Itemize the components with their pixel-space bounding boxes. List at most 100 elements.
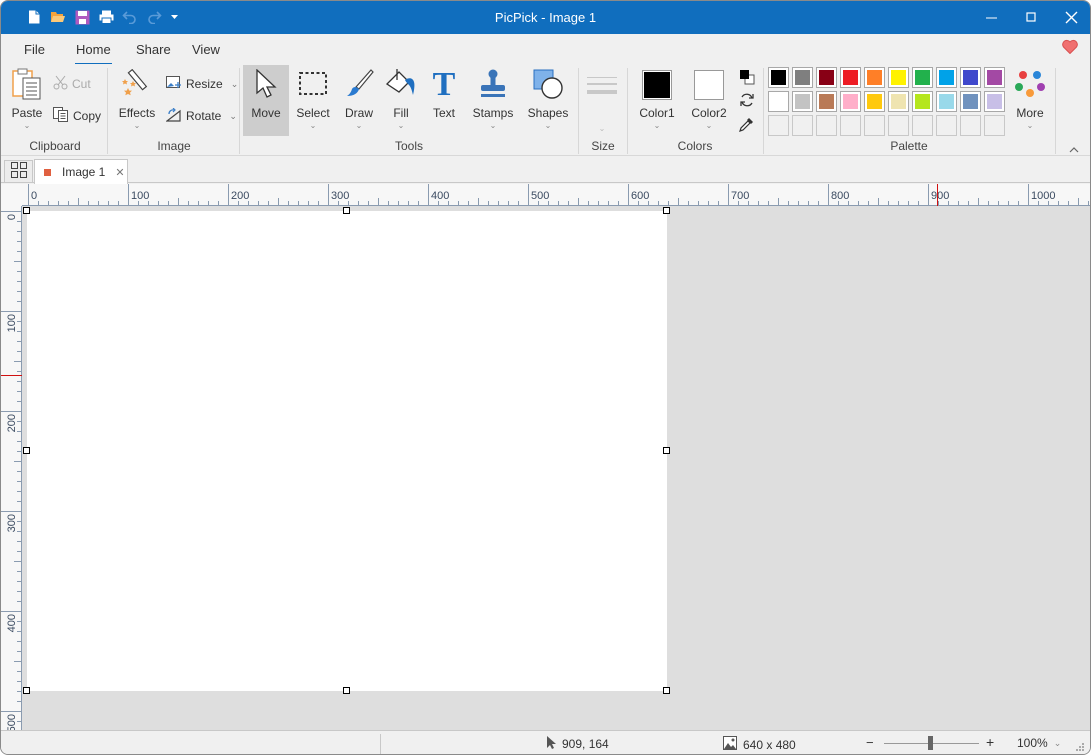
pointer-icon [547,736,556,752]
palette-swatch[interactable] [768,67,789,88]
cut-button[interactable]: Cut [53,73,91,95]
resize-grip-icon[interactable] [1075,741,1085,754]
tab-home[interactable]: Home [75,42,112,65]
palette-swatch[interactable] [840,67,861,88]
rotate-button[interactable]: Rotate ⌄ [165,105,237,127]
tool-shapes-button[interactable]: Shapes ⌄ [525,65,571,136]
paintbrush-icon [343,68,375,103]
app-window: PicPick - Image 1 File Home Share View P… [0,0,1091,755]
palette-swatch[interactable] [792,67,813,88]
palette-swatch[interactable] [840,91,861,112]
palette-swatch-empty[interactable] [912,115,933,136]
resize-handle-right[interactable] [663,447,670,454]
close-tab-icon[interactable]: ✕ [115,166,124,179]
copy-button[interactable]: Copy [53,105,101,127]
cursor-position: 909, 164 [547,736,609,752]
color2-button[interactable]: Color2 ⌄ [687,65,731,136]
copy-icon [53,107,69,125]
chevron-down-icon: ⌄ [355,121,363,130]
paste-button[interactable]: Paste ⌄ [7,65,47,136]
heart-icon[interactable] [1062,39,1080,57]
image-canvas[interactable] [27,211,667,691]
tool-label: Draw [344,106,373,120]
tool-label: Shapes [527,106,569,120]
eyedropper-icon[interactable] [739,116,755,136]
collapse-ribbon-icon[interactable] [1069,142,1079,156]
resize-handle-bottom[interactable] [343,687,350,694]
swap-colors-icon[interactable] [739,92,755,111]
palette-swatch-empty[interactable] [840,115,861,136]
effects-button[interactable]: Effects ⌄ [115,65,159,136]
vertical-ruler: 0 100 200 300 400 500 [1,206,22,732]
default-colors-icon[interactable] [739,69,755,88]
minimize-button[interactable] [972,1,1012,34]
palette-swatch[interactable] [984,67,1005,88]
palette-swatch[interactable] [864,67,885,88]
palette-swatch[interactable] [912,91,933,112]
palette-swatch[interactable] [960,91,981,112]
close-button[interactable] [1051,1,1090,34]
magic-wand-icon [121,68,153,102]
tool-stamps-button[interactable]: Stamps ⌄ [470,65,516,136]
palette-swatch[interactable] [768,91,789,112]
document-tab-image-1[interactable]: Image 1 ✕ [34,159,128,184]
zoom-level-dropdown[interactable]: 100% ⌄ [1017,736,1061,750]
color1-button[interactable]: Color1 ⌄ [635,65,679,136]
palette-swatch[interactable] [912,67,933,88]
more-colors-button[interactable]: More ⌄ [1009,65,1051,136]
palette-swatch[interactable] [960,67,981,88]
tool-label: Move [251,106,281,120]
tool-move-button[interactable]: Move [243,65,289,136]
palette-swatch-empty[interactable] [960,115,981,136]
size-button[interactable]: ⌄ [583,65,621,136]
palette-swatch[interactable] [816,67,837,88]
chevron-down-icon: ⌄ [705,121,713,130]
tool-text-button[interactable]: T Text [427,65,461,136]
resize-handle-bottom-left[interactable] [23,687,30,694]
resize-handle-top[interactable] [343,207,350,214]
tab-view[interactable]: View [192,42,220,57]
palette-swatch[interactable] [984,91,1005,112]
clipboard-paste-icon [12,68,42,103]
resize-handle-top-left[interactable] [23,207,30,214]
chevron-down-icon: ⌄ [598,124,606,133]
group-divider [239,68,240,154]
tab-file[interactable]: File [24,42,45,57]
horizontal-ruler-ticks: 0 100 200 300 400 500 600 700 800 900 1000 [28,184,1089,206]
maximize-button[interactable] [1011,1,1051,34]
resize-button[interactable]: Resize ⌄ [166,73,238,95]
zoom-out-button[interactable]: − [866,735,874,750]
resize-handle-bottom-right[interactable] [663,687,670,694]
palette-swatch-empty[interactable] [792,115,813,136]
palette-swatch[interactable] [792,91,813,112]
tab-share[interactable]: Share [136,42,171,57]
palette-swatch[interactable] [936,67,957,88]
rotate-label: Rotate [186,109,222,123]
palette-swatch[interactable] [888,91,909,112]
palette-swatch-empty[interactable] [816,115,837,136]
palette-swatch-empty[interactable] [768,115,789,136]
tool-label: Fill [393,106,409,120]
chevron-down-icon: ⌄ [309,121,317,130]
resize-handle-top-right[interactable] [663,207,670,214]
zoom-slider-thumb[interactable] [928,736,933,750]
zoom-in-button[interactable]: + [986,734,994,750]
palette-swatch-empty[interactable] [864,115,885,136]
tool-fill-button[interactable]: Fill ⌄ [384,65,418,136]
palette-swatch[interactable] [936,91,957,112]
palette-swatch-empty[interactable] [888,115,909,136]
palette-swatch-empty[interactable] [936,115,957,136]
palette-swatch[interactable] [816,91,837,112]
all-images-button[interactable] [4,160,33,183]
window-title: PicPick - Image 1 [494,10,597,25]
palette-swatch[interactable] [888,67,909,88]
tool-draw-button[interactable]: Draw ⌄ [341,65,377,136]
ruler-label: 0 [6,214,18,220]
palette-swatch[interactable] [864,91,885,112]
tool-select-button[interactable]: Select ⌄ [293,65,333,136]
ruler-label: 600 [631,190,649,202]
palette-swatch-empty[interactable] [984,115,1005,136]
resize-handle-left[interactable] [23,447,30,454]
canvas-area[interactable] [22,206,1090,730]
cut-label: Cut [72,77,91,91]
